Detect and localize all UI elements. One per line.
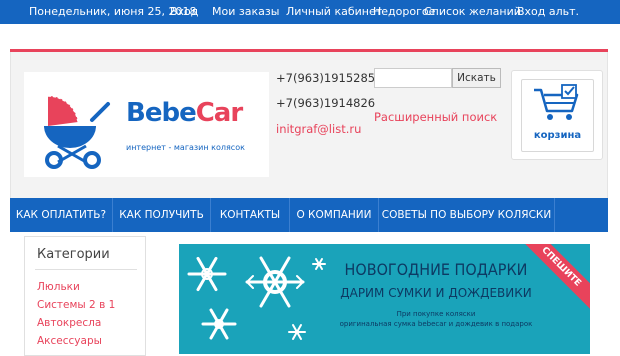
banner-title: НОВОГОДНИЕ ПОДАРКИ (344, 260, 528, 279)
wishlist-link[interactable]: Список желаний (424, 5, 521, 18)
phone-2: +7(963)1914826 (276, 96, 376, 110)
category-car-seats[interactable]: Автокресла (37, 317, 101, 329)
nav-item-contacts[interactable]: КОНТАКТЫ (211, 198, 290, 232)
cart-box: корзина (521, 79, 594, 152)
category-2in1[interactable]: Системы 2 в 1 (37, 299, 115, 311)
stroller-icon (44, 95, 110, 169)
site-logo[interactable]: BebeCar интернет - магазин колясок (24, 72, 269, 177)
categories-divider (35, 269, 137, 270)
categories-panel: Категории Люльки Системы 2 в 1 Автокресл… (24, 236, 146, 356)
search-input[interactable] (374, 68, 452, 88)
advanced-search-link[interactable]: Расширенный поиск (374, 110, 497, 124)
banner-line-1: При покупке коляски (396, 310, 476, 318)
logo-wordmark: BebeCar (126, 98, 243, 128)
banner-subtitle: ДАРИМ СУМКИ И ДОЖДЕВИКИ (340, 286, 532, 300)
phone-1: +7(963)1915285 (276, 71, 376, 85)
nav-item-advice[interactable]: СОВЕТЫ ПО ВЫБОРУ КОЛЯСКИ (379, 198, 555, 232)
top-bar: Понедельник, июня 25, 2018 Вход Мои зака… (0, 0, 620, 24)
my-orders-link[interactable]: Мои заказы (212, 5, 279, 18)
cart-widget[interactable]: корзина (511, 70, 603, 160)
logo-tagline: интернет - магазин колясок (126, 143, 245, 152)
cart-icon (534, 84, 579, 120)
category-cradles[interactable]: Люльки (37, 281, 80, 293)
nav-item-about[interactable]: О КОМПАНИИ (290, 198, 379, 232)
nav-item-payment[interactable]: КАК ОПЛАТИТЬ? (10, 198, 113, 232)
login-link[interactable]: Вход (170, 5, 198, 18)
search-button[interactable]: Искать (452, 68, 501, 88)
cart-label: корзина (533, 130, 582, 141)
email-link[interactable]: initgraf@list.ru (276, 122, 361, 136)
alt-login-link[interactable]: Вход альт. (517, 5, 579, 18)
nav-item-delivery[interactable]: КАК ПОЛУЧИТЬ (113, 198, 211, 232)
promo-banner[interactable]: НОВОГОДНИЕ ПОДАРКИ ДАРИМ СУМКИ И ДОЖДЕВИ… (179, 244, 590, 354)
category-accessories[interactable]: Аксессуары (37, 335, 102, 347)
account-link[interactable]: Личный кабинет (286, 5, 382, 18)
categories-title: Категории (37, 247, 110, 262)
main-navigation: КАК ОПЛАТИТЬ? КАК ПОЛУЧИТЬ КОНТАКТЫ О КО… (10, 198, 608, 232)
snowflake-icon (187, 256, 326, 340)
banner-line-2: оригинальная сумка bebecar и дождевик в … (339, 320, 533, 328)
